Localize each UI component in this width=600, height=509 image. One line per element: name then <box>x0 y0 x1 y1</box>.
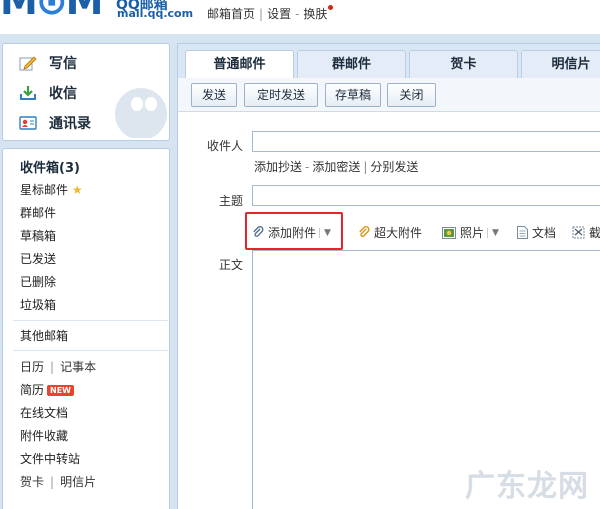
recipient-label: 收件人 <box>207 139 244 153</box>
compose-toolbar: 发送 定时发送 存草稿 关闭 <box>178 78 600 112</box>
mailbox-home-link[interactable]: 邮箱首页 <box>207 7 255 21</box>
penguin-watermark-icon <box>115 88 167 138</box>
folder-drafts[interactable]: 草稿箱 <box>20 227 56 244</box>
card-postcard-row: 贺卡 | 明信片 <box>20 475 97 489</box>
folder-starred[interactable]: 星标邮件 ★ <box>20 181 83 198</box>
online-docs-link[interactable]: 在线文档 <box>20 404 68 421</box>
settings-link[interactable]: 设置 <box>267 7 291 21</box>
save-draft-button[interactable]: 存草稿 <box>325 83 381 107</box>
calendar-notes-row: 日历 | 记事本 <box>20 360 97 374</box>
resume-link[interactable]: 简历 NEW <box>20 381 74 398</box>
folder-deleted[interactable]: 已删除 <box>20 273 56 290</box>
body-label: 正文 <box>219 258 244 272</box>
compose-label: 写信 <box>49 56 77 72</box>
screenshot-button[interactable]: 截屏 <box>572 224 600 241</box>
document-button[interactable]: 文档 <box>517 224 556 241</box>
document-icon <box>517 226 528 239</box>
contact-card-icon <box>19 115 37 131</box>
change-skin-link[interactable]: 换肤 <box>303 7 327 21</box>
scheduled-send-button[interactable]: 定时发送 <box>244 83 318 107</box>
attachment-favorites-link[interactable]: 附件收藏 <box>20 427 68 444</box>
send-separately-link[interactable]: 分别发送 <box>370 160 418 174</box>
compose-tabs: 普通邮件 群邮件 贺卡 明信片 <box>178 44 600 79</box>
contacts-label: 通讯录 <box>49 116 91 132</box>
contacts-button[interactable]: 通讯录 <box>19 112 91 134</box>
sidebar-folders: 收件箱(3) 星标邮件 ★ 群邮件 草稿箱 已发送 已删除 垃圾箱 其他邮箱 日… <box>2 148 170 509</box>
notification-dot <box>328 5 334 10</box>
compose-panel: 普通邮件 群邮件 贺卡 明信片 发送 定时发送 存草稿 关闭 收件人 添加抄送 -… <box>177 43 600 509</box>
large-attachment-button[interactable]: 超大附件 <box>358 224 422 241</box>
compose-button[interactable]: 写信 <box>19 52 77 74</box>
send-button[interactable]: 发送 <box>191 83 237 107</box>
tab-greeting-card[interactable]: 贺卡 <box>409 50 518 78</box>
folder-other-mailbox[interactable]: 其他邮箱 <box>20 327 68 344</box>
logo[interactable]: M⊙M <box>0 0 103 20</box>
recipient-options: 添加抄送 - 添加密送 | 分别发送 <box>254 160 419 174</box>
add-bcc-link[interactable]: 添加密送 <box>312 160 360 174</box>
subject-label: 主题 <box>219 194 244 208</box>
add-cc-link[interactable]: 添加抄送 <box>254 160 302 174</box>
folder-inbox[interactable]: 收件箱(3) <box>20 157 80 176</box>
large-paperclip-icon <box>358 226 370 239</box>
top-bar: M⊙M QQ邮箱 mail.qq.com 邮箱首页 | 设置 - 换肤 <box>0 0 600 34</box>
notes-link[interactable]: 记事本 <box>60 360 96 374</box>
pencil-icon <box>19 55 37 71</box>
receive-button[interactable]: 收信 <box>19 82 77 104</box>
close-button[interactable]: 关闭 <box>387 83 436 107</box>
postcard-link[interactable]: 明信片 <box>60 475 96 489</box>
star-icon: ★ <box>71 183 83 197</box>
divider <box>13 350 168 351</box>
receive-label: 收信 <box>49 86 77 102</box>
calendar-link[interactable]: 日历 <box>20 360 44 374</box>
sidebar-actions: 写信 收信 通讯录 <box>2 43 170 141</box>
subject-input[interactable] <box>252 185 600 206</box>
tab-normal-mail[interactable]: 普通邮件 <box>185 50 294 79</box>
tab-postcard[interactable]: 明信片 <box>521 50 600 78</box>
folder-trash[interactable]: 垃圾箱 <box>20 296 56 313</box>
file-transfer-link[interactable]: 文件中转站 <box>20 450 80 467</box>
chevron-down-icon[interactable]: ▼ <box>487 227 499 238</box>
add-attachment-highlight <box>245 212 343 250</box>
top-nav: 邮箱首页 | 设置 - 换肤 <box>207 5 334 22</box>
photo-button[interactable]: 照片 ▼ <box>442 224 499 241</box>
photo-icon <box>442 226 456 239</box>
divider <box>13 320 168 321</box>
new-badge: NEW <box>47 385 74 396</box>
inbox-download-icon <box>19 85 37 101</box>
greeting-card-link[interactable]: 贺卡 <box>20 475 44 489</box>
site-watermark: 广东龙网 <box>465 469 589 504</box>
folder-sent[interactable]: 已发送 <box>20 250 56 267</box>
recipient-input[interactable] <box>252 131 600 152</box>
scissors-icon <box>572 226 585 239</box>
folder-group[interactable]: 群邮件 <box>20 204 56 221</box>
tab-group-mail[interactable]: 群邮件 <box>297 50 406 78</box>
logo-url: mail.qq.com <box>117 7 194 20</box>
